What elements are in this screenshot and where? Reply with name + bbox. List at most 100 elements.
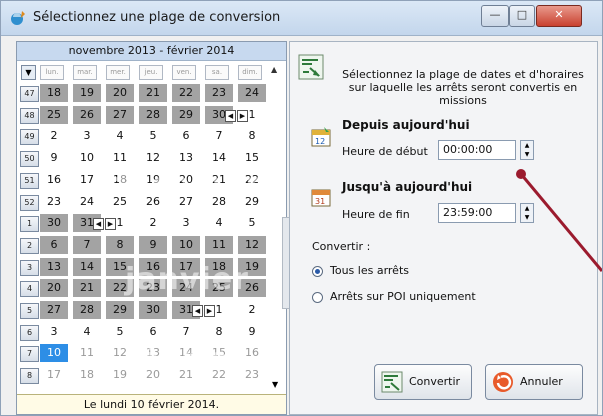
calendar-day[interactable]: 13 — [40, 257, 68, 276]
calendar-day[interactable]: 22 — [172, 84, 200, 102]
radio-poi-stops[interactable] — [312, 292, 323, 303]
calendar-day[interactable]: 23 — [40, 193, 68, 211]
calendar-day[interactable]: 27 — [172, 193, 200, 211]
calendar-day[interactable]: 29 — [238, 193, 266, 211]
convert-button[interactable]: Convertir — [374, 364, 472, 400]
calendar-day[interactable]: 21 — [73, 279, 101, 298]
calendar-day[interactable]: 25 — [205, 279, 233, 298]
calendar-day[interactable]: 24 — [172, 279, 200, 298]
calendar-day[interactable]: 4 — [106, 127, 134, 145]
calendar-day[interactable]: 30 — [139, 301, 167, 319]
week-number[interactable]: 1 — [20, 216, 39, 233]
calendar-day[interactable]: 27 — [106, 105, 134, 124]
next-month-icon[interactable]: ▶ — [204, 305, 215, 317]
calendar-day[interactable]: 24 — [73, 193, 101, 211]
calendar-day[interactable]: 17 — [73, 171, 101, 189]
week-number[interactable]: 2 — [20, 237, 39, 254]
previous-month-icon[interactable]: ◀ — [93, 218, 104, 231]
calendar-day[interactable]: 14 — [172, 344, 200, 362]
calendar-day[interactable]: 3 — [40, 323, 68, 341]
calendar-day[interactable]: 7 — [172, 323, 200, 341]
calendar-day[interactable]: 4 — [73, 323, 101, 341]
calendar-day[interactable]: 21 — [205, 171, 233, 189]
calendar-day[interactable]: 21 — [139, 84, 167, 102]
week-number[interactable]: 49 — [20, 129, 39, 146]
calendar-day[interactable]: 17 — [172, 257, 200, 276]
week-number[interactable]: 3 — [20, 259, 39, 276]
week-number[interactable]: 8 — [20, 368, 39, 385]
calendar-day[interactable]: 19 — [73, 84, 101, 102]
calendar-day[interactable]: 18 — [106, 171, 134, 189]
calendar-day[interactable]: 9 — [238, 323, 266, 341]
calendar-day[interactable]: 10 — [40, 344, 68, 363]
scroll-down-icon[interactable]: ▼ — [272, 380, 278, 389]
calendar-day[interactable]: 18 — [73, 366, 101, 384]
start-time-spinner[interactable]: ▲ ▼ — [520, 140, 534, 160]
calendar-day[interactable]: 10 — [172, 235, 200, 254]
radio-poi-stops-label[interactable]: Arrêts sur POI uniquement — [330, 290, 476, 303]
calendar-day[interactable]: 25 — [106, 193, 134, 211]
calendar-day[interactable]: 22 — [106, 279, 134, 298]
calendar-day[interactable]: 22 — [205, 366, 233, 384]
calendar-day[interactable]: 23 — [205, 84, 233, 102]
calendar-day[interactable]: 5 — [238, 214, 266, 232]
calendar-day[interactable]: 3 — [172, 214, 200, 232]
calendar-day[interactable]: 10 — [73, 149, 101, 167]
calendar-day[interactable]: 28 — [139, 105, 167, 124]
calendar-day[interactable]: 20 — [139, 366, 167, 384]
calendar-day[interactable]: 13 — [139, 344, 167, 362]
calendar-day[interactable]: 12 — [139, 149, 167, 167]
calendar-day[interactable]: 15 — [238, 149, 266, 167]
minimize-button[interactable]: — — [481, 5, 509, 27]
calendar-day[interactable]: 26 — [139, 193, 167, 211]
next-month-icon[interactable]: ▶ — [237, 109, 248, 122]
calendar-day[interactable]: 5 — [106, 323, 134, 341]
calendar-day[interactable]: 28 — [205, 193, 233, 211]
calendar-day[interactable]: 8 — [238, 127, 266, 145]
calendar-day[interactable]: 30 — [40, 214, 68, 233]
calendar-day[interactable]: 20 — [106, 84, 134, 102]
calendar-day[interactable]: 29 — [172, 105, 200, 124]
calendar-day[interactable]: 20 — [40, 279, 68, 298]
calendar-day[interactable]: 2 — [40, 127, 68, 145]
calendar-day[interactable]: 7 — [205, 127, 233, 145]
calendar-day[interactable]: 12 — [106, 344, 134, 362]
calendar-day[interactable]: 26 — [73, 105, 101, 124]
maximize-button[interactable]: □ — [509, 5, 535, 27]
calendar-day[interactable]: 14 — [73, 257, 101, 276]
calendar-day[interactable]: 17 — [40, 366, 68, 384]
calendar[interactable]: novembre 2013 - février 2014 ▼ lun. mar. m… — [16, 41, 290, 415]
calendar-day[interactable]: 26 — [238, 279, 266, 298]
calendar-day[interactable]: 25 — [40, 105, 68, 124]
calendar-day[interactable]: 11 — [73, 344, 101, 362]
week-number[interactable]: 4 — [20, 281, 39, 298]
week-number[interactable]: 48 — [20, 107, 39, 124]
calendar-day[interactable]: 6 — [139, 323, 167, 341]
calendar-day[interactable]: 16 — [238, 344, 266, 362]
calendar-day[interactable]: 19 — [139, 171, 167, 189]
calendar-day[interactable]: 23 — [139, 279, 167, 298]
calendar-day[interactable]: 23 — [238, 366, 266, 384]
calendar-day[interactable]: 18 — [40, 84, 68, 102]
calendar-day[interactable]: 14 — [205, 149, 233, 167]
calendar-day[interactable]: 20 — [172, 171, 200, 189]
calendar-day[interactable]: 21 — [172, 366, 200, 384]
calendar-day[interactable]: 11 — [106, 149, 134, 167]
calendar-day[interactable]: 3 — [73, 127, 101, 145]
calendar-day[interactable]: 13 — [172, 149, 200, 167]
calendar-day[interactable]: 18 — [205, 257, 233, 276]
radio-all-stops-label[interactable]: Tous les arrêts — [330, 264, 409, 277]
calendar-day[interactable]: 22 — [238, 171, 266, 189]
calendar-day[interactable]: 12 — [238, 235, 266, 254]
calendar-day[interactable]: 7 — [73, 235, 101, 254]
calendar-day[interactable]: 6 — [172, 127, 200, 145]
close-button[interactable]: ✕ — [536, 5, 582, 27]
calendar-day[interactable]: 9 — [139, 235, 167, 254]
calendar-day[interactable]: 2 — [139, 214, 167, 232]
calendar-day[interactable]: 4 — [205, 214, 233, 232]
calendar-day[interactable]: 5 — [139, 127, 167, 145]
calendar-day[interactable]: 2 — [238, 301, 266, 319]
calendar-day[interactable]: 24 — [238, 84, 266, 102]
week-number[interactable]: 51 — [20, 172, 39, 189]
end-time-field[interactable]: 23:59:00 — [438, 203, 516, 223]
